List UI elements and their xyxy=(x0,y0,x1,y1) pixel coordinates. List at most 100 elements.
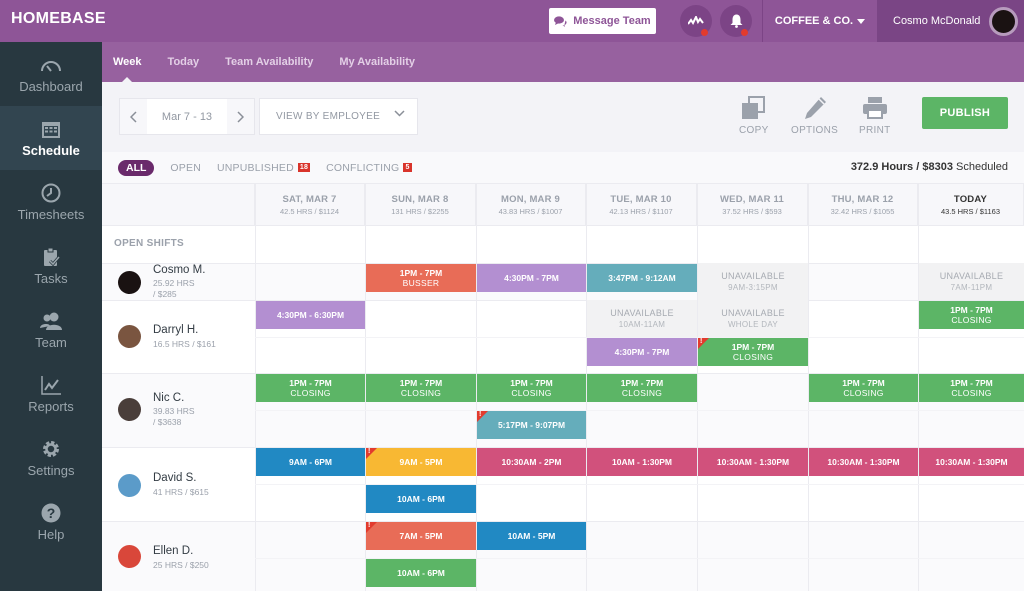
day-header: SUN, MAR 8 131 HRS / $2255 xyxy=(365,184,476,226)
shift-time: 10AM - 1:30PM xyxy=(612,457,672,467)
filter-all[interactable]: ALL xyxy=(118,159,155,176)
unavailability-block[interactable]: UNAVAILABLE WHOLE DAY xyxy=(698,300,808,337)
employee-avatar xyxy=(118,325,141,348)
employee-row-header[interactable]: Ellen D. 25 HRS / $250 xyxy=(102,521,255,591)
sidebar-item-label: Team xyxy=(35,334,67,350)
svg-text:?: ? xyxy=(47,505,56,521)
sidebar-item-schedule[interactable]: Schedule xyxy=(0,106,102,170)
sidebar-item-timesheets[interactable]: Timesheets xyxy=(0,170,102,234)
employee-row-header[interactable]: Darryl H. 16.5 HRS / $161 xyxy=(102,300,255,373)
open-shift-cell[interactable] xyxy=(808,226,918,263)
open-shift-cell[interactable] xyxy=(586,226,697,263)
view-by-dropdown[interactable]: VIEW BY EMPLOYEE xyxy=(259,98,418,135)
shift-block[interactable]: 1PM - 7PM CLOSING xyxy=(919,301,1024,329)
shift-block[interactable]: 9AM - 5PM! xyxy=(366,448,476,476)
shift-block[interactable]: 9AM - 6PM xyxy=(256,448,365,476)
shift-time: 1PM - 7PM xyxy=(731,342,775,352)
print-button[interactable]: PRINT xyxy=(859,96,891,136)
shift-block[interactable]: 1PM - 7PM CLOSING xyxy=(919,374,1024,402)
filter-unpublished[interactable]: UNPUBLISHED 18 xyxy=(217,162,311,174)
options-button[interactable]: OPTIONS xyxy=(791,96,838,136)
shift-block[interactable]: 10AM - 6PM xyxy=(366,559,476,587)
sidebar-item-team[interactable]: Team xyxy=(0,298,102,362)
open-shift-cell[interactable] xyxy=(255,226,365,263)
shift-block[interactable]: 1PM - 7PM CLOSING xyxy=(366,374,476,402)
sidebar-item-tasks[interactable]: Tasks xyxy=(0,234,102,298)
shift-block[interactable]: 10AM - 5PM xyxy=(477,522,586,550)
company-selector[interactable]: COFFEE & CO. xyxy=(762,0,877,42)
shift-block[interactable]: 7AM - 5PM! xyxy=(366,522,476,550)
date-range[interactable]: Mar 7 - 13 xyxy=(147,99,227,134)
conflict-exclamation: ! xyxy=(368,448,371,455)
shift-block[interactable]: 5:17PM - 9:07PM! xyxy=(477,411,586,439)
open-shift-cell[interactable] xyxy=(918,226,1024,263)
shift-block[interactable]: 1PM - 7PM CLOSING xyxy=(477,374,586,402)
sidebar-item-reports[interactable]: Reports xyxy=(0,362,102,426)
employee-stat-line: 25.92 HRS xyxy=(153,278,195,288)
employee-row-header[interactable]: Cosmo M. 25.92 HRS / $285 xyxy=(102,263,255,300)
homebase-logo[interactable]: HOMEBASE xyxy=(11,10,106,28)
tab-week[interactable]: Week xyxy=(113,42,142,82)
day-header: TUE, MAR 10 42.13 HRS / $1107 xyxy=(586,184,697,226)
employee-row-header[interactable]: Nic C. 39.83 HRS / $3638 xyxy=(102,373,255,447)
chevron-right-icon xyxy=(237,110,244,123)
shift-block[interactable]: 1PM - 7PM CLOSING xyxy=(256,374,365,402)
unavailable-label: UNAVAILABLE xyxy=(610,307,674,318)
schedule-tabs: Week Today Team Availability My Availabi… xyxy=(102,42,1024,82)
notifications-button[interactable] xyxy=(720,5,752,37)
shift-block[interactable]: 1PM - 7PM CLOSING xyxy=(809,374,918,402)
activity-button[interactable] xyxy=(680,5,712,37)
sidebar-item-dashboard[interactable]: Dashboard xyxy=(0,42,102,106)
bell-icon xyxy=(730,14,742,28)
shift-role: CLOSING xyxy=(400,388,442,398)
next-week-button[interactable] xyxy=(227,99,254,134)
shift-time: 4:30PM - 6:30PM xyxy=(276,310,345,320)
shift-block[interactable]: 1PM - 7PM BUSSER xyxy=(366,264,476,292)
open-shift-cell[interactable] xyxy=(476,226,586,263)
message-team-label: Message Team xyxy=(573,15,651,27)
shift-block[interactable]: 4:30PM - 7PM xyxy=(587,338,697,366)
employee-avatar xyxy=(118,398,141,421)
sidebar-item-help[interactable]: ? Help xyxy=(0,490,102,554)
open-shift-cell[interactable] xyxy=(365,226,476,263)
unavailability-block[interactable]: UNAVAILABLE 7AM-11PM xyxy=(919,263,1024,300)
previous-week-button[interactable] xyxy=(120,99,147,134)
open-shift-cell[interactable] xyxy=(697,226,808,263)
filter-open[interactable]: OPEN xyxy=(170,162,201,174)
publish-button[interactable]: PUBLISH xyxy=(922,97,1008,129)
employee-name: David S. xyxy=(153,472,197,484)
shift-block[interactable]: 10:30AM - 2PM xyxy=(477,448,586,476)
unavailability-block[interactable]: UNAVAILABLE 9AM-3:15PM xyxy=(698,263,808,300)
employee-avatar xyxy=(118,271,141,294)
calendar-icon xyxy=(42,121,60,138)
tab-today[interactable]: Today xyxy=(168,42,200,82)
shift-block[interactable]: 10:30AM - 1:30PM xyxy=(809,448,918,476)
message-team-button[interactable]: Message Team xyxy=(549,8,656,34)
sidebar-item-label: Settings xyxy=(27,462,75,478)
shift-time: 4:30PM - 7PM xyxy=(504,273,559,283)
shift-block[interactable]: 10:30AM - 1:30PM xyxy=(919,448,1024,476)
copy-button[interactable]: COPY xyxy=(739,96,769,136)
shift-block[interactable]: 1PM - 7PM CLOSING! xyxy=(698,338,808,366)
filter-conflicting[interactable]: CONFLICTING 5 xyxy=(326,162,412,174)
shift-block[interactable]: 4:30PM - 7PM xyxy=(477,264,586,292)
shift-block[interactable]: 10AM - 1:30PM xyxy=(587,448,697,476)
employee-stat-line: / $285 xyxy=(153,289,177,299)
shift-role: CLOSING xyxy=(951,388,992,398)
tab-my-availability[interactable]: My Availability xyxy=(339,42,415,82)
shift-block[interactable]: 3:47PM - 9:12AM xyxy=(587,264,697,292)
employee-row-header[interactable]: David S. 41 HRS / $615 xyxy=(102,447,255,521)
tab-team-availability[interactable]: Team Availability xyxy=(225,42,313,82)
shift-block[interactable]: 4:30PM - 6:30PM xyxy=(256,301,365,329)
conflict-exclamation: ! xyxy=(700,338,703,345)
shift-time: 10AM - 6PM xyxy=(397,494,445,504)
sidebar-item-settings[interactable]: Settings xyxy=(0,426,102,490)
caret-down-icon xyxy=(857,18,866,24)
copy-icon xyxy=(741,96,765,119)
unavailability-block[interactable]: UNAVAILABLE 10AM-11AM xyxy=(587,300,697,337)
shift-block[interactable]: 10:30AM - 1:30PM xyxy=(698,448,808,476)
shift-block[interactable]: 1PM - 7PM CLOSING xyxy=(587,374,697,402)
user-menu[interactable]: Cosmo McDonald xyxy=(877,0,1024,42)
employee-stat-line: 16.5 HRS / $161 xyxy=(153,339,216,349)
shift-block[interactable]: 10AM - 6PM xyxy=(366,485,476,513)
